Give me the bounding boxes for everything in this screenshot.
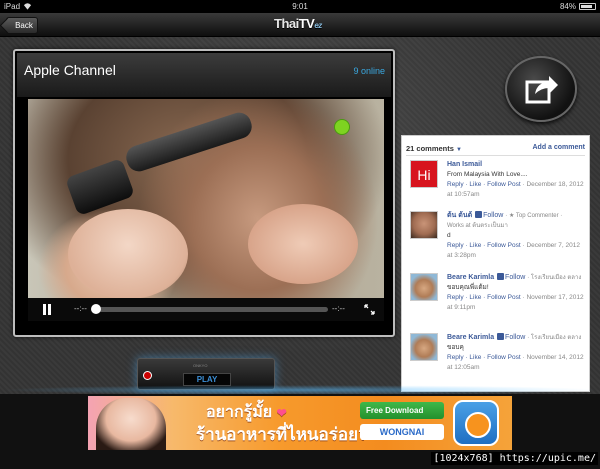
comment-action-links[interactable]: Reply · Like · Follow Post: [447, 181, 521, 188]
share-icon: [525, 76, 558, 104]
facebook-icon: [497, 273, 505, 280]
pause-icon[interactable]: [42, 304, 52, 315]
comment-body: Beare Karimla Follow · โรงเรียนเมือง ตลา…: [447, 273, 587, 313]
avatar[interactable]: [410, 333, 438, 361]
comments-panel: 21 comments ▼ Add a comment Hi Han Ismai…: [401, 135, 590, 392]
ad-girl-image: [96, 398, 166, 450]
comment-body: ต้น ต้นต้ Follow · ★ Top Commenter · Wor…: [447, 211, 587, 261]
comment-actions[interactable]: Reply · Like · Follow Post · November 14…: [447, 353, 587, 373]
add-comment-link[interactable]: Add a comment: [532, 144, 585, 151]
comment-work: · โรงเรียนเมือง ตลาง: [527, 335, 582, 341]
device-brand: ONKYO: [193, 363, 208, 368]
channel-title: Apple Channel: [24, 62, 116, 78]
comment-actions[interactable]: Reply · Like · Follow Post · December 18…: [447, 180, 587, 200]
video-curling-iron: [123, 109, 255, 175]
video-face: [68, 209, 188, 298]
back-button[interactable]: Back: [6, 17, 38, 34]
comment-text: d: [447, 232, 451, 239]
comment-author[interactable]: ต้น ต้นต้: [447, 212, 472, 219]
battery-fill: [581, 5, 592, 8]
logo-main-text: Thai: [274, 16, 299, 31]
logo-tv-text: TV: [298, 16, 315, 31]
top-nav-bar: Back ThaiTVez: [0, 13, 600, 37]
online-count[interactable]: 9 online: [353, 66, 385, 76]
ad-subline: ร้านอาหารที่ไหนอร่อย?: [196, 425, 369, 444]
video-hand: [248, 204, 358, 284]
comments-count-label: 21 comments: [406, 144, 454, 153]
status-clock: 9:01: [292, 2, 308, 11]
comments-count[interactable]: 21 comments ▼: [406, 144, 462, 153]
comment-author[interactable]: Beare Karimla: [447, 274, 494, 281]
comment-author[interactable]: Beare Karimla: [447, 334, 494, 341]
status-bar: iPad 9:01 84%: [0, 0, 600, 13]
ad-download-button[interactable]: Free Download: [360, 402, 444, 419]
follow-link[interactable]: Follow: [505, 274, 525, 281]
comment-text: From Malaysia With Love....: [447, 171, 528, 178]
comment-actions[interactable]: Reply · Like · Follow Post · November 17…: [447, 293, 587, 313]
comment-action-links[interactable]: Reply · Like · Follow Post: [447, 242, 521, 249]
heart-icon: ❤: [276, 406, 287, 420]
ad-brand-label: WONGNAI: [360, 424, 444, 440]
time-elapsed: --:--: [74, 304, 87, 313]
chevron-down-icon: ▼: [456, 147, 462, 153]
facebook-icon: [475, 211, 483, 218]
comment-author[interactable]: Han Ismail: [447, 160, 587, 170]
channel-header: Apple Channel 9 online: [17, 53, 391, 97]
comment-author-line: ต้น ต้นต้ Follow · ★ Top Commenter ·: [447, 211, 587, 221]
comment-body: Han Ismail From Malaysia With Love.... R…: [447, 160, 587, 200]
comment-action-links[interactable]: Reply · Like · Follow Post: [447, 294, 521, 301]
comment-work: · โรงเรียนเมือง ตลาง: [527, 275, 582, 281]
follow-link[interactable]: Follow: [483, 212, 503, 219]
ad-headline-text: อยากรู้มั้ย: [206, 404, 273, 421]
video-player: Apple Channel 9 online --:-- --:--: [13, 49, 395, 337]
video-scrubber[interactable]: [96, 307, 328, 312]
comments-header: 21 comments ▼ Add a comment: [406, 142, 585, 156]
comment-actions[interactable]: Reply · Like · Follow Post · December 7,…: [447, 241, 587, 261]
comment-work: Works at ต้นตระเป็นมา: [447, 223, 508, 229]
power-icon[interactable]: [143, 371, 152, 380]
avatar[interactable]: [410, 273, 438, 301]
comment-text: ขอบคุณพี่แต้ม!: [447, 284, 489, 291]
battery-percent: 84%: [559, 2, 576, 11]
avatar[interactable]: Hi: [410, 160, 438, 188]
app-logo: ThaiTVez: [274, 16, 322, 31]
comment-author-line: Beare Karimla Follow · โรงเรียนเมือง ตลา…: [447, 333, 587, 343]
apple-watermark-icon: [334, 119, 350, 135]
battery-icon: [579, 3, 596, 10]
logo-sub-text: ez: [314, 21, 322, 30]
comment-body: Beare Karimla Follow · โรงเรียนเมือง ตลา…: [447, 333, 587, 373]
avatar[interactable]: [410, 211, 438, 239]
follow-link[interactable]: Follow: [505, 334, 525, 341]
comment-text: ขอบคุ: [447, 344, 464, 351]
scrubber-knob[interactable]: [91, 304, 101, 314]
top-commenter-badge: · ★ Top Commenter ·: [505, 213, 563, 219]
share-button[interactable]: [505, 56, 577, 122]
comment-author-line: Beare Karimla Follow · โรงเรียนเมือง ตลา…: [447, 273, 587, 283]
video-curling-iron-handle: [64, 157, 136, 217]
screenshot-caption: [1024x768] https://upic.me/: [431, 452, 598, 465]
time-remaining: --:--: [332, 304, 345, 313]
ad-banner[interactable]: อยากรู้มั้ย ❤ ร้านอาหารที่ไหนอร่อย? Free…: [88, 396, 512, 450]
video-frame[interactable]: [28, 99, 384, 298]
app-icon[interactable]: [453, 400, 499, 446]
fullscreen-icon[interactable]: [364, 304, 375, 315]
video-controls: --:-- --:--: [28, 298, 384, 321]
facebook-icon: [497, 333, 505, 340]
comment-action-links[interactable]: Reply · Like · Follow Post: [447, 354, 521, 361]
